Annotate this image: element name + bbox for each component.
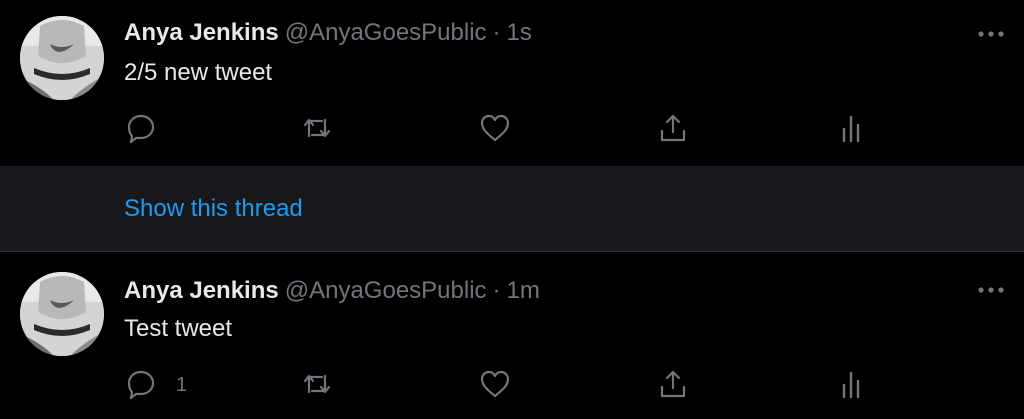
more-icon[interactable] [976, 26, 1006, 42]
author-name[interactable]: Anya Jenkins [124, 19, 279, 46]
show-thread-link[interactable]: Show this thread [124, 194, 303, 224]
more-icon[interactable] [976, 282, 1006, 298]
tweet-text: 2/5 new tweet [124, 59, 273, 86]
timestamp[interactable]: 1m [507, 277, 540, 304]
author-name[interactable]: Anya Jenkins [124, 277, 279, 304]
avatar[interactable] [20, 16, 104, 100]
tweet-text: Test tweet [124, 315, 233, 342]
share-icon[interactable] [656, 367, 690, 401]
reply-icon[interactable] [124, 111, 158, 145]
separator-dot: · [492, 277, 501, 304]
timestamp[interactable]: 1s [507, 19, 532, 46]
heart-icon[interactable] [478, 367, 512, 401]
author-handle[interactable]: @AnyaGoesPublic [285, 19, 487, 46]
reply-count: 1 [176, 374, 188, 396]
avatar[interactable] [20, 272, 104, 356]
retweet-icon[interactable] [300, 111, 334, 145]
reply-icon[interactable] [124, 367, 158, 401]
retweet-icon[interactable] [300, 367, 334, 401]
heart-icon[interactable] [478, 111, 512, 145]
separator-dot: · [492, 19, 501, 46]
author-handle[interactable]: @AnyaGoesPublic [285, 277, 487, 304]
share-icon[interactable] [656, 111, 690, 145]
analytics-icon[interactable] [834, 367, 868, 401]
analytics-icon[interactable] [834, 111, 868, 145]
